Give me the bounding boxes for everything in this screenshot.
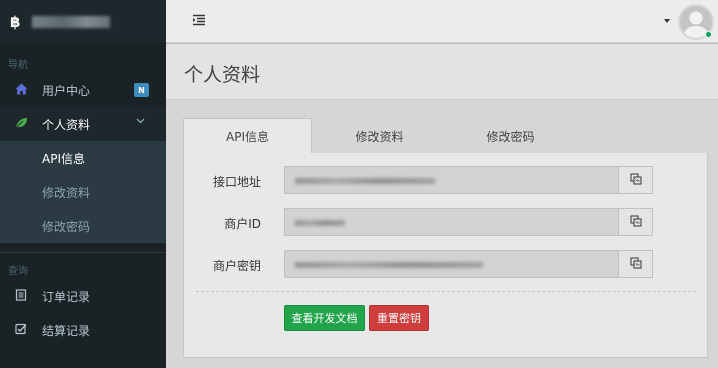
sidebar-item-orders[interactable]: 订单记录 xyxy=(0,279,166,313)
sidebar-item-label: 订单记录 xyxy=(42,289,91,304)
leaf-icon xyxy=(14,117,28,132)
copy-icon xyxy=(629,172,642,188)
menu-toggle-icon[interactable] xyxy=(192,13,206,27)
new-badge: N xyxy=(134,83,149,97)
chevron-down-icon xyxy=(136,117,145,127)
submenu-item-change-password[interactable]: 修改密码 xyxy=(0,209,166,243)
bitcoin-icon: ฿ xyxy=(10,12,21,31)
redacted-value xyxy=(295,220,345,226)
profile-submenu: API信息 修改资料 修改密码 xyxy=(0,141,166,243)
api-url-field[interactable] xyxy=(284,166,618,194)
submenu-item-edit-profile[interactable]: 修改资料 xyxy=(0,175,166,209)
sidebar-item-label: 结算记录 xyxy=(42,323,91,338)
form-row-merchant-key: 商户密钥 xyxy=(184,250,709,280)
brand-name-redacted xyxy=(32,15,110,28)
tab-change-password[interactable]: 修改密码 xyxy=(447,118,574,154)
sidebar-item-profile[interactable]: 个人资料 xyxy=(0,107,166,141)
form-divider xyxy=(196,291,696,292)
online-status-indicator xyxy=(705,31,712,38)
view-docs-button[interactable]: 查看开发文档 xyxy=(284,305,365,331)
profile-tabs: API信息 修改资料 修改密码 xyxy=(183,118,708,154)
tab-edit-profile[interactable]: 修改资料 xyxy=(312,118,447,154)
copy-icon xyxy=(629,256,642,272)
copy-merchant-key-button[interactable] xyxy=(618,250,653,278)
merchant-id-field[interactable] xyxy=(284,208,618,236)
home-icon xyxy=(14,83,28,98)
form-row-api-url: 接口地址 xyxy=(184,166,709,196)
merchant-key-field[interactable] xyxy=(284,250,618,278)
sidebar-item-user-center[interactable]: 用户中心 N xyxy=(0,73,166,107)
sidebar: ฿ 导航 用户中心 N 个人资料 API信息 修改资料 修改密码 查询 订单记录 xyxy=(0,0,166,368)
sidebar-item-settlements[interactable]: 结算记录 xyxy=(0,313,166,347)
user-menu-caret-icon[interactable] xyxy=(664,19,670,23)
redacted-value xyxy=(295,262,483,268)
query-section-label: 查询 xyxy=(8,265,28,277)
list-icon xyxy=(14,288,28,304)
copy-merchant-id-button[interactable] xyxy=(618,208,653,236)
sidebar-divider xyxy=(0,243,166,253)
page-title: 个人资料 xyxy=(184,64,261,86)
nav-section-label: 导航 xyxy=(8,59,28,71)
copy-api-url-button[interactable] xyxy=(618,166,653,194)
brand-logo[interactable]: ฿ xyxy=(0,0,166,43)
top-header xyxy=(166,0,718,43)
field-label: 接口地址 xyxy=(212,175,261,189)
redacted-value xyxy=(295,178,435,184)
api-info-panel: 接口地址 商户ID 商户密钥 查看开发文档 重置密钥 xyxy=(183,153,708,358)
main-content: 个人资料 API信息 修改资料 修改密码 接口地址 商户ID 商户密钥 查看开发… xyxy=(166,44,718,368)
check-square-icon xyxy=(14,323,28,338)
sidebar-item-label: 个人资料 xyxy=(42,117,91,132)
sidebar-item-label: 用户中心 xyxy=(42,83,91,98)
submenu-item-api-info[interactable]: API信息 xyxy=(0,141,166,175)
form-row-merchant-id: 商户ID xyxy=(184,208,709,238)
field-label: 商户密钥 xyxy=(212,259,261,273)
field-label: 商户ID xyxy=(224,217,261,231)
tab-api-info[interactable]: API信息 xyxy=(183,118,312,154)
copy-icon xyxy=(629,214,642,230)
reset-key-button[interactable]: 重置密钥 xyxy=(369,305,429,331)
